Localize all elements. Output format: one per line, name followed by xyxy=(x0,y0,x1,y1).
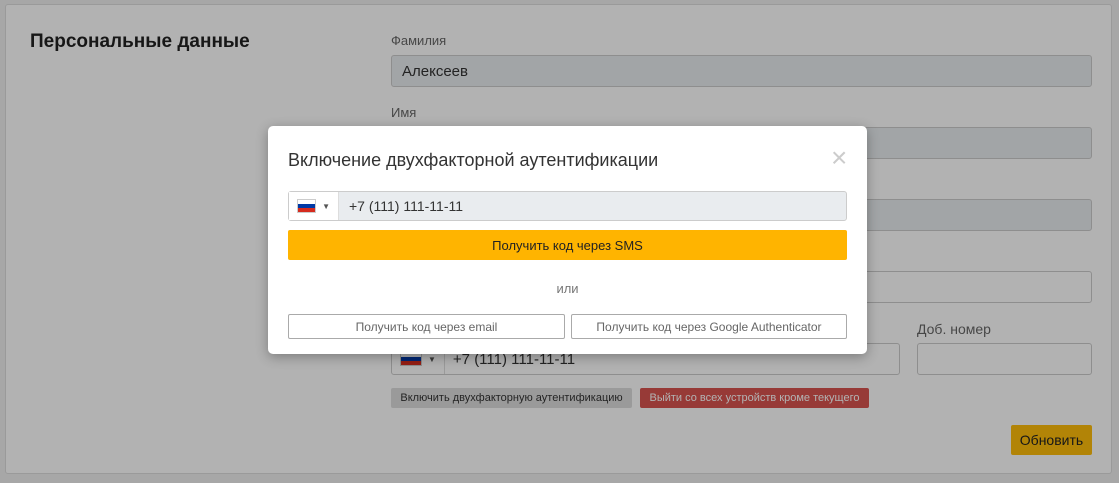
caret-down-icon: ▼ xyxy=(322,201,330,211)
google-auth-button[interactable]: Получить код через Google Authenticator xyxy=(571,314,847,339)
or-separator: или xyxy=(556,281,579,296)
modal-title: Включение двухфакторной аутентификации xyxy=(288,150,659,170)
modal-phone-value: +7 (111) 111-11-11 xyxy=(349,198,464,214)
modal-country-select[interactable]: ▼ xyxy=(289,192,339,220)
sms-code-button[interactable]: Получить код через SMS xyxy=(288,230,847,260)
close-icon[interactable]: × xyxy=(831,144,847,172)
modal-phone-input[interactable]: ▼ +7 (111) 111-11-11 xyxy=(288,191,847,221)
russia-flag-icon xyxy=(297,199,317,213)
two-factor-modal: Включение двухфакторной аутентификации ×… xyxy=(268,126,867,354)
email-code-button[interactable]: Получить код через email xyxy=(288,314,565,339)
